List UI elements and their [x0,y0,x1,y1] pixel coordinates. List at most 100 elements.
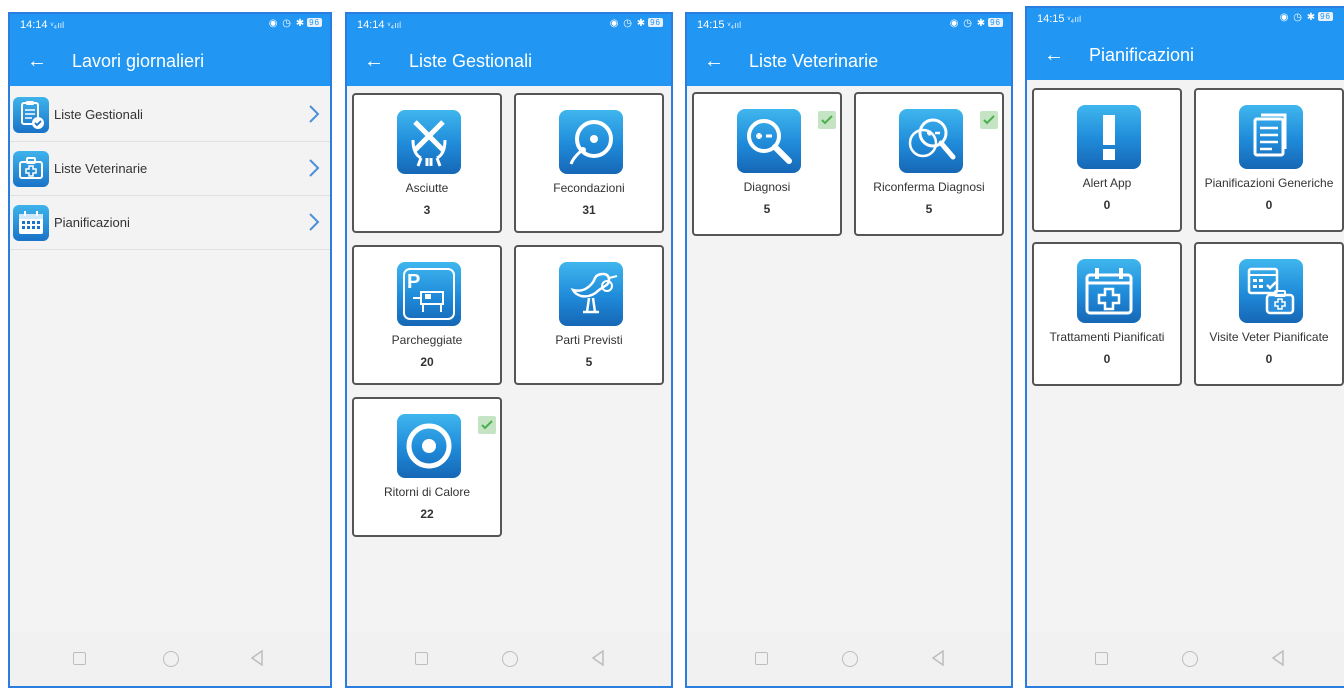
card-fecondazioni[interactable]: Fecondazioni 31 [514,93,664,233]
card-count: 3 [423,203,431,217]
card-count: 0 [1265,198,1273,212]
card-label: Parcheggiate [391,333,463,347]
system-back-button[interactable] [1271,650,1287,666]
card-count: 0 [1103,198,1111,212]
card-count: 22 [420,507,434,521]
recent-apps-button[interactable] [755,652,768,665]
documents-icon [1239,105,1303,169]
list-item-liste-veterinarie[interactable]: Liste Veterinarie [10,142,330,196]
page-title: Lavori giornalieri [72,51,205,71]
app-bar: ← Liste Gestionali [347,36,671,86]
list-item-liste-gestionali[interactable]: Liste Gestionali [10,88,330,142]
recent-apps-button[interactable] [415,652,428,665]
back-button[interactable]: ← [697,44,731,78]
card-count: 5 [763,202,771,216]
status-indicators: ◉ ◷ ✱ 96 [609,18,663,29]
status-bar: 14:15 ᵛ₄ııl ◉ ◷ ✱ 96 [1027,8,1344,30]
back-button[interactable]: ← [357,44,391,78]
card-trattamenti-pianificati[interactable]: Trattamenti Pianificati 0 [1032,242,1182,386]
chevron-right-icon [309,213,320,231]
home-button[interactable] [163,651,179,667]
screen-liste-gestionali: 14:14 ᵛ₄ııl ◉ ◷ ✱ 96 ← Liste Gestionali As… [345,12,673,688]
battery-icon: 96 [307,18,322,27]
menu-list: Liste Gestionali Liste Veterinarie Piani… [10,88,330,250]
medical-case-icon [13,151,49,187]
card-pianificazioni-generiche[interactable]: Pianificazioni Generiche 0 [1194,88,1344,232]
chevron-right-icon [309,159,320,177]
card-parcheggiate[interactable]: P Parcheggiate 20 [352,245,502,385]
card-alert-app[interactable]: Alert App 0 [1032,88,1182,232]
check-icon [478,416,496,434]
card-label: Alert App [1082,176,1132,190]
card-parti-previsti[interactable]: Parti Previsti 5 [514,245,664,385]
clipboard-check-icon [13,97,49,133]
status-time: 14:15 ᵛ₄ııl [1037,13,1082,25]
parking-cow-icon: P [397,262,461,326]
battery-icon: 96 [1318,12,1333,21]
card-visite-veter-pianificate[interactable]: Visite Veter Pianificate 0 [1194,242,1344,386]
back-button[interactable]: ← [20,44,54,78]
app-bar: ← Lavori giornalieri [10,36,330,86]
double-magnifier-icon [899,109,963,173]
chevron-right-icon [309,105,320,123]
card-ritorni-di-calore[interactable]: Ritorni di Calore 22 [352,397,502,537]
system-back-button[interactable] [931,650,947,666]
status-indicators: ◉ ◷ ✱ 96 [949,18,1003,29]
back-button[interactable]: ← [1037,38,1071,72]
status-time: 14:15 ᵛ₄ııl [697,19,742,31]
status-bar: 14:14 ᵛ₄ııl ◉ ◷ ✱ 96 [347,14,671,36]
list-item-label: Liste Gestionali [54,107,143,122]
calendar-medkit-icon [1239,259,1303,323]
system-nav-bar [1027,632,1344,686]
status-bar: 14:15 ᵛ₄ııl ◉ ◷ ✱ 96 [687,14,1011,36]
system-nav-bar [10,632,330,686]
check-icon [818,111,836,129]
battery-icon: 96 [988,18,1003,27]
check-icon [980,111,998,129]
card-count: 31 [582,203,596,217]
status-time: 14:14 ᵛ₄ııl [20,19,65,31]
calendar-cross-icon [1077,259,1141,323]
recent-apps-button[interactable] [73,652,86,665]
card-label: Ritorni di Calore [383,485,471,499]
list-item-label: Liste Veterinarie [54,161,148,176]
status-time: 14:14 ᵛ₄ııl [357,19,402,31]
card-count: 5 [585,355,593,369]
home-button[interactable] [502,651,518,667]
list-item-label: Pianificazioni [54,215,130,230]
page-title: Liste Gestionali [409,51,533,71]
card-label: Visite Veter Pianificate [1209,330,1329,344]
system-back-button[interactable] [250,650,266,666]
exclamation-icon [1077,105,1141,169]
screen-lavori-giornalieri: 14:14 ᵛ₄ııl ◉ ◷ ✱ 96 ← Lavori giornalieri … [8,12,332,688]
system-back-button[interactable] [591,650,607,666]
crossed-udder-icon [397,110,461,174]
card-riconferma-diagnosi[interactable]: Riconferma Diagnosi 5 [854,92,1004,236]
card-label: Parti Previsti [555,333,623,347]
home-button[interactable] [842,651,858,667]
page-title: Liste Veterinarie [749,51,879,71]
system-nav-bar [347,632,671,686]
card-label: Diagnosi [743,180,791,194]
list-item-pianificazioni[interactable]: Pianificazioni [10,196,330,250]
app-bar: ← Liste Veterinarie [687,36,1011,86]
status-indicators: ◉ ◷ ✱ 96 [1279,12,1333,23]
card-label: Asciutte [405,181,449,195]
card-count: 0 [1265,352,1273,366]
card-label: Riconferma Diagnosi [873,180,985,194]
card-diagnosi[interactable]: Diagnosi 5 [692,92,842,236]
target-circle-icon [397,414,461,478]
app-bar: ← Pianificazioni [1027,30,1344,80]
magnifier-plus-minus-icon [737,109,801,173]
screen-pianificazioni: 14:15 ᵛ₄ııl ◉ ◷ ✱ 96 ← Pianificazioni Aler… [1025,6,1344,688]
home-button[interactable] [1182,651,1198,667]
card-label: Fecondazioni [553,181,625,195]
calendar-icon [13,205,49,241]
svg-text:P: P [407,271,420,293]
status-bar: 14:14 ᵛ₄ııl ◉ ◷ ✱ 96 [10,14,330,36]
recent-apps-button[interactable] [1095,652,1108,665]
card-label: Trattamenti Pianificati [1049,330,1165,344]
status-indicators: ◉ ◷ ✱ 96 [268,18,322,29]
page-title: Pianificazioni [1089,45,1195,65]
card-asciutte[interactable]: Asciutte 3 [352,93,502,233]
